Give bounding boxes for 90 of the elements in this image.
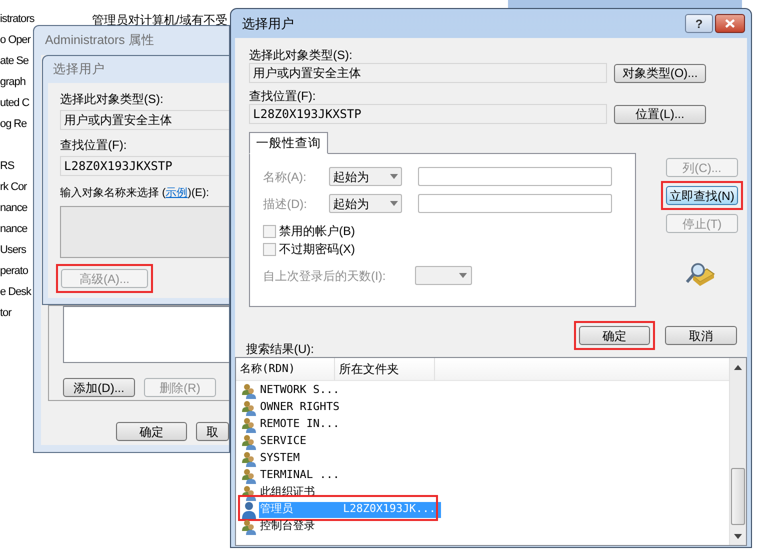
scrollbar[interactable]	[729, 358, 746, 545]
caret-icon	[390, 201, 398, 206]
window-title: 选择用户	[53, 61, 105, 78]
window-title: Administrators 属性	[45, 32, 154, 50]
search-option-button[interactable]: 立即查找(N)	[666, 186, 738, 205]
object-type-field[interactable]: 用户或内置安全主体	[249, 63, 607, 83]
result-row[interactable]: TERMINAL ...	[259, 468, 441, 484]
name-cell-text: NETWORK S...	[259, 382, 340, 398]
scroll-thumb[interactable]	[731, 468, 745, 525]
field-label: 查找位置(F):	[60, 137, 128, 153]
days-dropdown[interactable]	[415, 266, 472, 285]
dialog-button[interactable]: 取消	[665, 326, 737, 345]
user-icon	[241, 500, 257, 518]
result-row[interactable]: NETWORK S...	[259, 382, 441, 398]
dialog-button[interactable]: 取	[196, 422, 229, 441]
close-button[interactable]	[715, 14, 745, 33]
result-row[interactable]: REMOTE IN...	[259, 416, 441, 432]
field-label: 选择此对象类型(S):	[249, 47, 354, 63]
dialog-button[interactable]: 确定	[116, 422, 188, 441]
group-icon	[241, 450, 257, 466]
mode-dropdown[interactable]: 起始为	[329, 194, 402, 213]
list-item[interactable]: nance	[0, 199, 34, 220]
list-item[interactable]: nance	[0, 220, 34, 241]
group-icon	[241, 484, 257, 500]
result-row[interactable]: SERVICE	[259, 434, 441, 450]
group-icon	[241, 382, 257, 398]
field-label: 选择此对象类型(S):	[60, 91, 164, 107]
checkbox-label: 不过期密码(X)	[279, 241, 355, 258]
checkbox[interactable]	[263, 224, 276, 238]
locations-button[interactable]: 位置(L)...	[614, 104, 706, 124]
results-label: 搜索结果(U):	[246, 341, 315, 358]
query-input[interactable]	[418, 194, 612, 213]
group-icon	[241, 468, 257, 484]
result-row[interactable]: SYSTEM	[259, 450, 441, 466]
result-row[interactable]: 控制台登录	[259, 518, 441, 534]
name-cell-text: OWNER RIGHTS	[259, 399, 340, 416]
mode-dropdown[interactable]: 起始为	[329, 167, 402, 186]
list-item[interactable]: rk Cor	[0, 178, 34, 199]
caret-icon	[390, 174, 398, 179]
name-cell-text: SERVICE	[259, 433, 308, 450]
object-type-field[interactable]: 用户或内置安全主体	[60, 110, 229, 130]
checkbox[interactable]	[263, 242, 276, 256]
name-cell-text: TERMINAL ...	[259, 467, 340, 484]
result-row[interactable]: OWNER RIGHTS	[259, 400, 441, 416]
list-item[interactable]: RS	[0, 157, 34, 178]
column-header[interactable]: 所在文件夹	[335, 358, 435, 380]
list-item[interactable]: e Desk	[0, 283, 34, 304]
field-label: 输入对象名称来选择 (示例)(E):	[60, 186, 210, 201]
name-cell-text: 控制台登录	[259, 518, 316, 534]
field-label: 描述(D):	[263, 196, 308, 212]
caret-icon	[459, 273, 467, 278]
close-icon	[725, 19, 735, 28]
scroll-up-icon	[734, 365, 742, 370]
member-button[interactable]: 添加(D)...	[63, 378, 135, 397]
list-item[interactable]: graph	[0, 73, 34, 94]
location-field[interactable]: L28Z0X193JKXSTP	[60, 156, 229, 176]
group-icon	[241, 400, 257, 416]
window-title: 选择用户	[242, 14, 295, 33]
folder-cell-text: L28Z0X193JK...	[343, 501, 436, 518]
field-label: 名称(A):	[263, 168, 308, 186]
location-field[interactable]: L28Z0X193JKXSTP	[249, 104, 607, 124]
field-label: 自上次登录后的天数(I):	[263, 268, 387, 284]
list-item[interactable]: o Oper	[0, 31, 34, 52]
names-input[interactable]	[60, 206, 229, 258]
list-item[interactable]: ate Se	[0, 52, 34, 73]
table-cell-text: 管理员对计算机/域有不受	[92, 12, 228, 29]
dialog-button[interactable]: 确定	[579, 326, 650, 345]
column-header[interactable]: 名称(RDN)	[236, 358, 335, 380]
list-item[interactable]: Users	[0, 241, 34, 262]
name-cell-text: SYSTEM	[259, 450, 301, 466]
help-button[interactable]: ?	[685, 14, 713, 33]
query-tab[interactable]: 一般性查询	[249, 132, 328, 154]
object-types-button[interactable]: 对象类型(O)...	[614, 64, 706, 82]
group-icon	[241, 434, 257, 450]
list-item[interactable]: tor	[0, 304, 34, 325]
field-label: 查找位置(F):	[249, 88, 317, 104]
group-icon	[241, 518, 257, 534]
list-item[interactable]: og Re	[0, 115, 34, 136]
name-cell-text: REMOTE IN...	[259, 416, 340, 432]
scroll-down-icon	[734, 534, 742, 539]
magnifier-icon	[685, 262, 715, 288]
example-link[interactable]: 示例	[166, 187, 188, 199]
group-icon	[241, 416, 257, 432]
member-list[interactable]	[63, 306, 229, 363]
list-item[interactable]: perato	[0, 262, 34, 283]
list-item[interactable]: istrators	[0, 10, 34, 31]
name-cell-text: 管理员	[259, 501, 294, 518]
query-input[interactable]	[418, 167, 612, 186]
list-item[interactable]: uted C	[0, 94, 34, 115]
checkbox-label: 禁用的帐户(B)	[279, 223, 355, 240]
